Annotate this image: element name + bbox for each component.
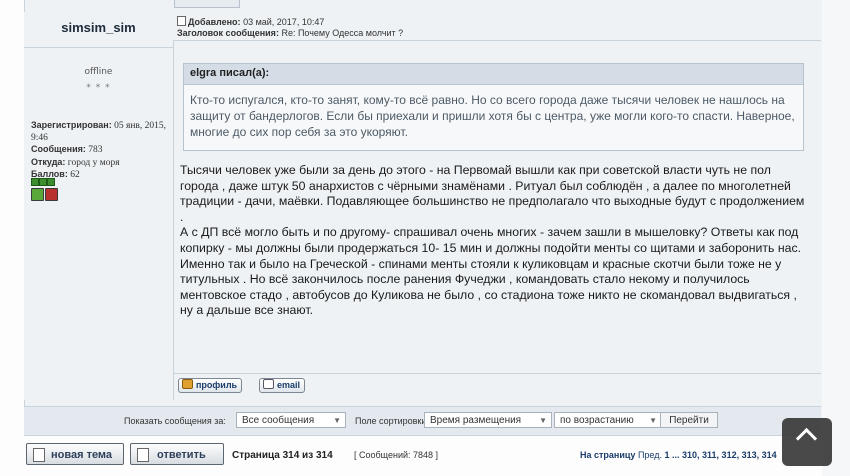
profile-button[interactable]: профиль	[178, 378, 243, 393]
scroll-gutter	[822, 0, 850, 476]
page-navigation: На страницу Пред. 1 ... 310, 311, 312, 3…	[580, 450, 777, 460]
message-count: [ Сообщений: 7848 ]	[354, 450, 439, 460]
page-info: Страница 314 из 314	[232, 450, 333, 461]
post-subject: Заголовок сообщения: Re: Почему Одесса м…	[177, 28, 403, 38]
post-header: Добавлено: 03 май, 2017, 10:47 Заголовок…	[173, 12, 821, 41]
author-panel: simsim_sim offline * * * Зарегистрирован…	[24, 12, 174, 400]
sort-field-select[interactable]: Время размещения ▼	[424, 412, 552, 428]
rank-pip-icon	[31, 178, 39, 186]
goto-label: На страницу	[580, 450, 636, 460]
rank-pip-icon	[47, 178, 55, 186]
go-button[interactable]: Перейти	[660, 412, 718, 428]
post-link-icon[interactable]	[177, 16, 186, 26]
email-button[interactable]: email	[259, 378, 306, 393]
post-paragraph: Тысячи человек уже были за день до этого…	[180, 163, 805, 224]
author-rank-stars: * * *	[86, 83, 111, 93]
reply-label: ответить	[157, 449, 206, 461]
author-badges	[31, 178, 91, 202]
quote-text: Кто-то испугался, кто-то занят, кому-то …	[190, 93, 795, 139]
profile-button-label: профиль	[196, 380, 238, 390]
show-messages-label: Показать сообщения за:	[124, 416, 226, 426]
reply-icon	[137, 448, 149, 462]
online-badge-icon	[31, 188, 44, 201]
chevron-down-icon: ▼	[539, 416, 547, 425]
quote-header: elgra писал(а):	[184, 64, 803, 85]
author-name[interactable]: simsim_sim	[24, 20, 173, 35]
post-body: Тысячи человек уже были за день до этого…	[180, 163, 808, 319]
posts-value: 783	[88, 145, 103, 155]
show-messages-select[interactable]: Все сообщения ▼	[236, 412, 346, 428]
sort-order-value: по возрастанию	[560, 415, 634, 426]
rank-pip-icon	[39, 178, 47, 186]
top-toolbar-remnant	[174, 0, 240, 8]
from-value: город у моря	[67, 157, 120, 168]
warning-badge-icon	[45, 188, 58, 201]
prev-page-link[interactable]: Пред.	[638, 450, 662, 460]
sort-order-select[interactable]: по возрастанию ▼	[554, 412, 662, 428]
sort-field-value: Время размещения	[430, 415, 522, 426]
email-button-label: email	[277, 380, 301, 390]
subject-value: Re: Почему Одесса молчит ?	[281, 28, 404, 38]
posts-label: Сообщения:	[31, 144, 86, 154]
registered-label: Зарегистрирован:	[31, 120, 112, 130]
post-paragraph: Именно так и было на Греческой - спинами…	[180, 256, 797, 318]
chevron-down-icon: ▼	[333, 416, 341, 425]
subject-label: Заголовок сообщения:	[177, 28, 279, 38]
new-topic-label: новая тема	[51, 449, 113, 461]
sort-bar: Показать сообщения за: Все сообщения ▼ По…	[24, 406, 821, 436]
added-value: 03 май, 2017, 10:47	[243, 17, 325, 27]
profile-icon	[182, 379, 193, 389]
post-actions: профиль email	[173, 373, 821, 399]
chevron-up-icon	[795, 427, 818, 450]
pagination-bar: новая тема ответить Страница 314 из 314 …	[24, 439, 821, 469]
post-date: Добавлено: 03 май, 2017, 10:47	[177, 16, 324, 27]
author-info: Зарегистрирован: 05 янв, 2015, 9:46 Сооб…	[31, 120, 171, 182]
post-paragraph: А с ДП всё могло быть и по другому- спра…	[180, 225, 802, 255]
sort-field-label: Поле сортировки	[355, 416, 427, 426]
author-status: offline	[84, 67, 113, 77]
show-messages-value: Все сообщения	[242, 415, 315, 426]
new-topic-button[interactable]: новая тема	[26, 443, 124, 465]
quote-block: elgra писал(а): Кто-то испугался, кто-то…	[183, 63, 804, 151]
page-links[interactable]: 1 ... 310, 311, 312, 313, 314	[665, 450, 777, 460]
chevron-down-icon: ▼	[649, 416, 657, 425]
from-label: Откуда:	[31, 156, 66, 167]
new-topic-icon	[33, 448, 45, 462]
added-label: Добавлено:	[188, 17, 241, 27]
reply-button[interactable]: ответить	[130, 443, 224, 465]
envelope-icon	[263, 379, 274, 389]
quote-author: elgra писал(а):	[190, 67, 270, 79]
scroll-top-button[interactable]	[782, 418, 832, 466]
divider	[24, 47, 173, 48]
